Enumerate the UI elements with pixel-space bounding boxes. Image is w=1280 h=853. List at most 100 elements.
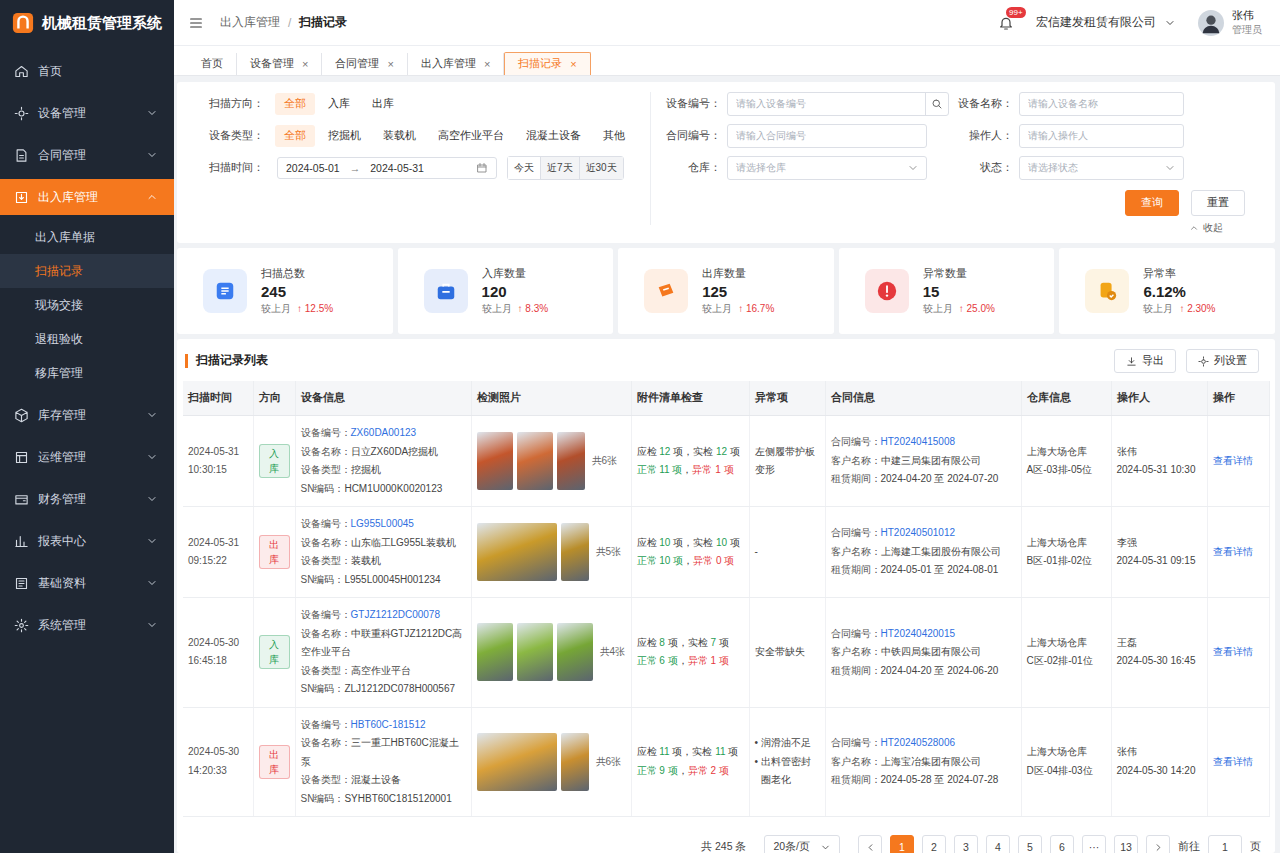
page-button[interactable]: 3 [954,835,978,853]
column-header: 附件清单检查 [631,381,749,416]
tab-close-button[interactable]: × [302,58,308,70]
contract-code-link[interactable]: HT20240528006 [881,737,956,748]
device-code-link[interactable]: LG955L00045 [351,518,414,529]
tab-close-button[interactable]: × [387,58,393,70]
page-tab[interactable]: 设备管理× [237,53,322,75]
filter-chip[interactable]: 全部 [275,93,315,115]
tab-close-button[interactable]: × [570,58,576,70]
filter-chip[interactable]: 入库 [319,93,359,115]
column-settings-button[interactable]: 列设置 [1186,349,1259,373]
page-tab[interactable]: 合同管理× [322,53,407,75]
sidebar-item[interactable]: 报表中心 [0,520,174,562]
text-field[interactable]: 请输入设备名称 [1019,92,1184,116]
submenu-item[interactable]: 扫描记录 [0,254,174,288]
photo-thumbnail[interactable] [561,523,589,581]
text-field[interactable]: 请输入操作人 [1019,124,1184,148]
page-tab[interactable]: 出入库管理× [408,53,504,75]
submenu-item[interactable]: 出入库单据 [0,220,174,254]
photo-thumbnail[interactable] [557,623,593,681]
tab-close-button[interactable]: × [484,58,490,70]
sidebar-item[interactable]: 运维管理 [0,436,174,478]
page-button[interactable]: 2 [922,835,946,853]
operator-cell: 李强2024-05-31 09:15 [1111,507,1207,598]
quick-range-button[interactable]: 近7天 [540,157,579,179]
filter-label: 合同编号： [659,129,721,143]
sidebar-item[interactable]: 合同管理 [0,134,174,176]
export-button[interactable]: 导出 [1114,349,1176,373]
page-button[interactable]: 1 [890,835,914,853]
contract-code-link[interactable]: HT20240501012 [881,527,956,538]
page-button[interactable]: 5 [1018,835,1042,853]
photo-thumbnail[interactable] [561,733,589,791]
filter-chip[interactable]: 高空作业平台 [429,125,513,147]
text-field[interactable]: 请输入合同编号 [727,124,927,148]
quick-range-button[interactable]: 今天 [508,157,540,179]
collapse-button[interactable]: 收起 [659,221,1275,235]
device-code-link[interactable]: GTJZ1212DC00078 [351,609,441,620]
filter-chip[interactable]: 混凝土设备 [517,125,590,147]
select-field[interactable]: 请选择仓库 [727,156,927,180]
device-code-link[interactable]: ZX60DA00123 [351,427,417,438]
photos-cell: 共6张 [471,416,631,507]
submenu-item[interactable]: 退租验收 [0,322,174,356]
view-detail-link[interactable]: 查看详情 [1213,756,1253,767]
filter-label: 操作人： [933,129,1013,143]
logo[interactable]: 机械租赁管理系统 [0,0,174,46]
submenu-item[interactable]: 现场交接 [0,288,174,322]
reset-button[interactable]: 重置 [1191,190,1245,216]
sidebar-item[interactable]: 系统管理 [0,604,174,646]
sidebar-item[interactable]: 设备管理 [0,92,174,134]
submenu-item[interactable]: 移库管理 [0,356,174,390]
page-button[interactable]: 6 [1050,835,1074,853]
user-menu[interactable]: 张伟管理员 [1198,8,1262,36]
sidebar-item[interactable]: 财务管理 [0,478,174,520]
query-button[interactable]: 查询 [1125,190,1179,216]
gear-icon [1198,356,1209,367]
text-field[interactable]: 请输入设备编号 [727,92,949,116]
select-field[interactable]: 请选择状态 [1019,156,1184,180]
filter-chip[interactable]: 挖掘机 [319,125,370,147]
next-page-button[interactable] [1146,835,1170,853]
sidebar-item-label: 合同管理 [38,147,137,164]
photo-thumbnail[interactable] [557,432,585,490]
filter-chip[interactable]: 出库 [363,93,403,115]
search-button[interactable] [925,93,948,115]
filter-chip[interactable]: 其他 [594,125,634,147]
page-tab[interactable]: 扫描记录× [504,52,590,75]
photo-thumbnail[interactable] [517,432,553,490]
filter-chip[interactable]: 全部 [275,125,315,147]
view-detail-link[interactable]: 查看详情 [1213,546,1253,557]
notification-button[interactable]: 99+ [998,15,1014,31]
photo-thumbnail[interactable] [477,523,557,581]
column-header: 操作 [1207,381,1269,416]
page-size-select[interactable]: 20条/页 [764,835,840,853]
goto-page-input[interactable]: 1 [1208,835,1242,853]
sidebar-item[interactable]: 库存管理 [0,394,174,436]
page-button[interactable]: ··· [1082,835,1106,853]
sidebar-item[interactable]: 出入库管理 [0,179,174,215]
photo-count: 共4张 [600,643,626,662]
photo-thumbnail[interactable] [477,623,513,681]
photo-thumbnail[interactable] [477,432,513,490]
quick-range-button[interactable]: 近30天 [579,157,623,179]
filter-chip[interactable]: 装载机 [374,125,425,147]
menu-toggle-icon[interactable] [188,15,204,31]
company-switcher[interactable]: 宏信建发租赁有限公司 [1036,14,1176,31]
contract-code-link[interactable]: HT20240415008 [881,436,956,447]
prev-page-button[interactable] [858,835,882,853]
breadcrumb-item[interactable]: 出入库管理 [220,14,280,31]
view-detail-link[interactable]: 查看详情 [1213,646,1253,657]
photo-thumbnail[interactable] [517,623,553,681]
filter-label: 状态： [933,161,1013,175]
page-button[interactable]: 4 [986,835,1010,853]
photo-thumbnail[interactable] [477,733,557,791]
column-header: 仓库信息 [1021,381,1111,416]
sidebar-item[interactable]: 基础资料 [0,562,174,604]
date-range-picker[interactable]: 2024-05-01→2024-05-31 [277,157,497,179]
contract-code-link[interactable]: HT20240420015 [881,628,956,639]
page-button[interactable]: 13 [1114,835,1138,853]
sidebar-item[interactable]: 首页 [0,50,174,92]
device-code-link[interactable]: HBT60C-181512 [351,719,426,730]
view-detail-link[interactable]: 查看详情 [1213,455,1253,466]
page-tab[interactable]: 首页 [188,53,237,75]
